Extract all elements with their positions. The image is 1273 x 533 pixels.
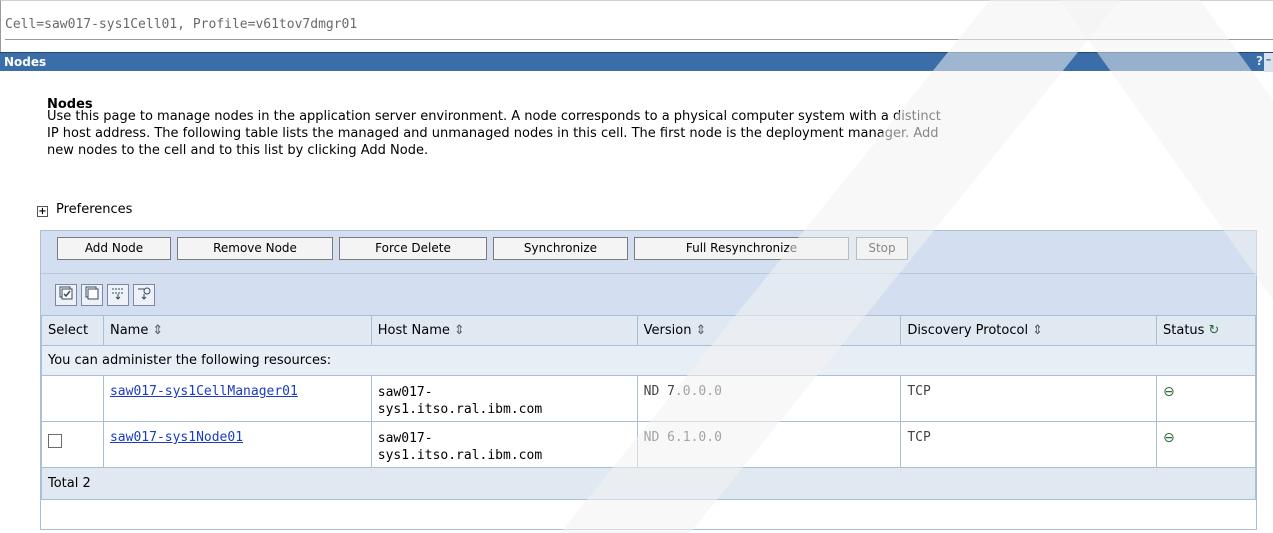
deselect-all-icon[interactable]: [81, 284, 103, 306]
host-name-cell: saw017- sys1.itso.ral.ibm.com: [370, 421, 638, 468]
status-cell: ⊖: [1156, 421, 1256, 468]
action-button-bar: Add Node Remove Node Force Delete Synchr…: [41, 231, 1256, 273]
version-cell: ND 6.1.0.0: [636, 421, 902, 468]
column-header-select: Select: [41, 315, 104, 346]
protocol-cell: TCP: [900, 421, 1158, 468]
sort-icon[interactable]: ⇕: [454, 323, 465, 338]
page-content: Nodes Use this page to manage nodes in t…: [37, 84, 1267, 158]
portlet-title: Nodes: [4, 55, 47, 69]
show-filter-icon[interactable]: [107, 284, 129, 306]
select-all-icon[interactable]: [55, 284, 77, 306]
icon-button-bar: [41, 273, 1256, 315]
cell-header: Cell=saw017-sys1Cell01, Profile=v61tov7d…: [0, 0, 1273, 52]
page-description: Use this page to manage nodes in the app…: [47, 108, 1273, 159]
column-header-version[interactable]: Version ⇕: [636, 315, 902, 346]
expand-icon[interactable]: +: [37, 206, 48, 217]
select-cell-empty: [41, 375, 104, 422]
add-node-button[interactable]: Add Node: [57, 237, 171, 260]
table-header-row: Select Name ⇕ Host Name ⇕ Version ⇕ Discove…: [41, 315, 1256, 346]
select-cell: [41, 421, 104, 468]
total-count: Total 2: [41, 467, 1256, 500]
column-header-discovery-protocol[interactable]: Discovery Protocol ⇕: [900, 315, 1158, 346]
preferences-label[interactable]: Preferences: [56, 202, 132, 217]
remove-node-button[interactable]: Remove Node: [177, 237, 333, 260]
portlet-title-bar: Nodes ? –: [0, 52, 1273, 72]
table-row: saw017-sys1Node01 saw017- sys1.itso.ral.i…: [41, 421, 1256, 468]
node-link[interactable]: saw017-sys1CellManager01: [110, 384, 298, 399]
help-icon[interactable]: ?: [1256, 54, 1263, 68]
preferences-toggle[interactable]: + Preferences: [37, 202, 132, 217]
nodes-collection-panel: Add Node Remove Node Force Delete Synchr…: [40, 230, 1257, 530]
protocol-cell: TCP: [900, 375, 1158, 422]
column-header-status: Status ↻: [1156, 315, 1256, 346]
nodes-table: Select Name ⇕ Host Name ⇕ Version ⇕ Discove…: [41, 315, 1256, 500]
sort-icon[interactable]: ⇕: [695, 323, 706, 338]
status-cell: ⊖: [1156, 375, 1256, 422]
column-header-name[interactable]: Name ⇕: [102, 315, 372, 346]
description-line: IP host address. The following table lis…: [47, 126, 939, 141]
synchronize-button[interactable]: Synchronize: [493, 237, 628, 260]
full-resynchronize-button[interactable]: Full Resynchronize: [634, 237, 849, 260]
node-status-icon: ⊖: [1163, 384, 1175, 400]
row-select-checkbox[interactable]: [48, 434, 62, 448]
table-caption-row: You can administer the following resourc…: [41, 345, 1256, 376]
clear-filter-icon[interactable]: [133, 284, 155, 306]
node-status-icon: ⊖: [1163, 430, 1175, 446]
table-row: saw017-sys1CellManager01 saw017- sys1.its…: [41, 375, 1256, 422]
force-delete-button[interactable]: Force Delete: [339, 237, 487, 260]
sort-icon[interactable]: ⇕: [152, 323, 163, 338]
sort-icon[interactable]: ⇕: [1032, 323, 1043, 338]
table-footer-row: Total 2: [41, 467, 1256, 500]
name-cell: saw017-sys1CellManager01: [102, 375, 372, 422]
description-line: new nodes to the cell and to this list b…: [47, 143, 429, 158]
stop-button[interactable]: Stop: [856, 237, 908, 260]
cell-header-divider: [5, 39, 1273, 40]
description-line: Use this page to manage nodes in the app…: [47, 109, 941, 124]
node-link[interactable]: saw017-sys1Node01: [110, 430, 243, 445]
minimize-icon[interactable]: –: [1264, 53, 1273, 72]
refresh-icon[interactable]: ↻: [1208, 323, 1219, 338]
column-header-host-name[interactable]: Host Name ⇕: [370, 315, 638, 346]
cell-profile-text: Cell=saw017-sys1Cell01, Profile=v61tov7d…: [5, 17, 358, 32]
host-name-cell: saw017- sys1.itso.ral.ibm.com: [370, 375, 638, 422]
table-caption: You can administer the following resourc…: [41, 345, 1256, 376]
name-cell: saw017-sys1Node01: [102, 421, 372, 468]
version-cell: ND 7.0.0.0: [636, 375, 902, 422]
